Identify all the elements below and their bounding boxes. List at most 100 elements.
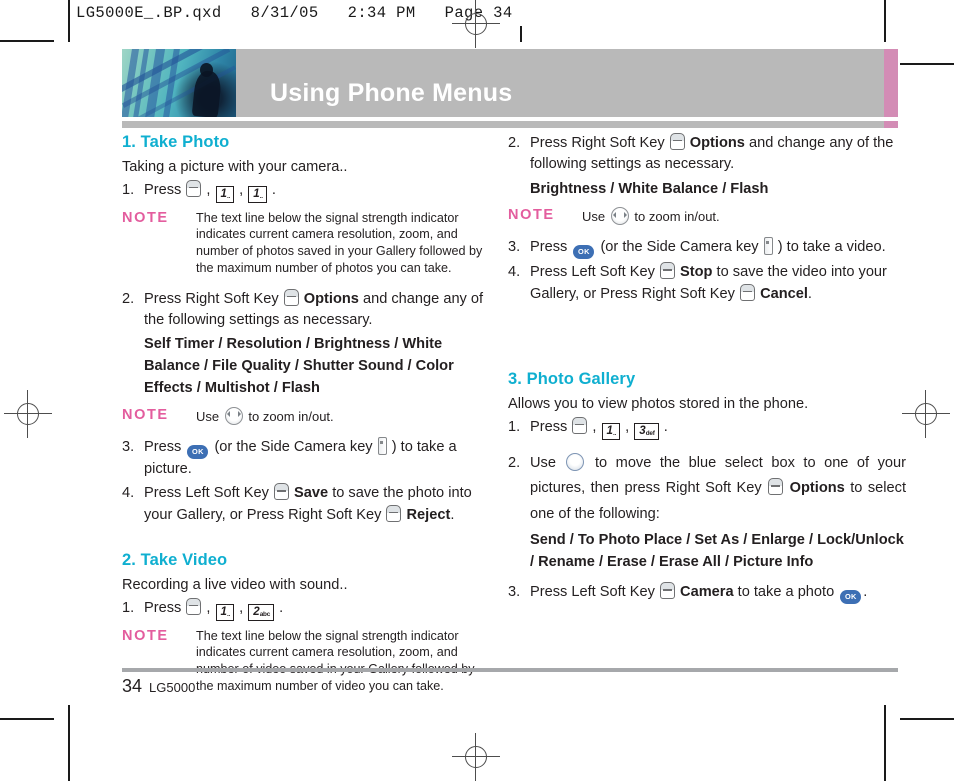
note-body: Use to zoom in/out. (196, 406, 334, 425)
note-text-after: to zoom in/out. (248, 408, 334, 424)
soft-key-icon (283, 288, 299, 306)
soft-key-icon (659, 582, 675, 600)
registration-mark-right (902, 390, 950, 438)
step-number: 2. (122, 290, 135, 307)
note-label: NOTE (122, 209, 169, 226)
take-photo-step-1: 1. Press , 1.. , 1.. . (122, 179, 488, 203)
soft-key-icon (186, 597, 202, 615)
note-label: NOTE (122, 406, 169, 423)
note-body: The text line below the signal strength … (196, 628, 475, 693)
step-number: 1. (122, 181, 135, 198)
footer-rule (122, 668, 898, 672)
photo-gallery-step-3: 3. Press Left Soft Key Camera to take a … (508, 582, 906, 605)
step-text: Press Right Soft Key (530, 135, 665, 151)
step-text: Press Left Soft Key (530, 264, 655, 281)
step-text: Press Left Soft Key (144, 485, 269, 502)
number-key-1-icon: 1.. (601, 422, 621, 440)
take-video-lead: Recording a live video with sound.. (122, 576, 348, 593)
step-number: 1. (122, 599, 135, 616)
note-text-before: Use (582, 209, 606, 225)
registration-mark-left (4, 390, 52, 438)
soft-key-icon (572, 416, 588, 434)
trim-line-right-edge (884, 705, 886, 781)
take-photo-step-3: 3. Press OK (or the Side Camera key ) to… (122, 436, 488, 480)
footer: 34 LG5000 (122, 676, 195, 697)
keyword-cancel: Cancel (760, 285, 808, 302)
step-text: Press (530, 239, 568, 256)
navigation-key-icon (224, 406, 243, 425)
step-text: Use (530, 454, 556, 471)
step-text-end: . (271, 181, 276, 198)
step-text: Press (144, 181, 182, 198)
note-text-before: Use (196, 408, 220, 424)
footer-model: LG5000 (149, 680, 196, 695)
page-number: 34 (122, 676, 143, 696)
note-body: The text line below the signal strength … (196, 210, 483, 275)
section-heading-photo-gallery: 3. Photo Gallery (508, 370, 636, 389)
step-text-end: . (807, 285, 812, 302)
step-number: 1. (508, 418, 521, 435)
section-heading-take-video: 2. Take Video (122, 550, 228, 569)
step-text: Press (144, 438, 182, 455)
take-video-step-3: 3. Press OK (or the Side Camera key ) to… (508, 237, 906, 260)
note-take-photo: NOTE The text line below the signal stre… (122, 210, 488, 277)
step-text-mid: to take a photo (737, 584, 835, 601)
rule-right-upper (900, 63, 954, 65)
keyword-save: Save (294, 485, 329, 502)
step-text-mid: (or the Side Camera key (600, 239, 759, 256)
step-text: Press Left Soft Key (530, 584, 655, 601)
soft-key-icon (273, 483, 289, 501)
note-label: NOTE (508, 207, 555, 224)
ok-key-icon: OK (187, 444, 209, 459)
registration-mark-bottom (452, 733, 500, 781)
rule-left-upper (0, 40, 54, 42)
soft-key-icon (740, 283, 755, 301)
step-text-end: . (863, 584, 868, 601)
left-column: 1. Take Photo Taking a picture with your… (122, 133, 488, 698)
note-body: Use to zoom in/out. (582, 207, 720, 226)
right-column: 2. Press Right Soft Key Options and chan… (508, 133, 906, 607)
photo-gallery-step-2: 2. Use to move the blue select box to on… (508, 451, 906, 528)
step-text: Press (530, 418, 568, 435)
rule-right-lower (900, 718, 954, 720)
number-key-2-icon: 2abc (248, 603, 275, 621)
number-key-1-icon: 1.. (215, 185, 235, 203)
banner-accent-bar (884, 49, 898, 117)
take-video-options-list: Brightness / White Balance / Flash (530, 180, 769, 197)
soft-key-icon (768, 478, 784, 496)
take-video-step-2: 2. Press Right Soft Key Options and chan… (508, 133, 906, 176)
page-title: Using Phone Menus (270, 79, 513, 107)
navigation-ring-icon (566, 452, 585, 471)
step-text-end: . (450, 506, 455, 523)
banner-underline-accent (884, 121, 898, 128)
keyword-options: Options (789, 480, 845, 497)
take-photo-options-list: Self Timer / Resolution / Brightness / W… (144, 336, 454, 397)
soft-key-icon (186, 179, 202, 197)
soft-key-icon (386, 504, 402, 522)
banner-underline (122, 121, 884, 128)
step-text-mid: (or the Side Camera key (214, 438, 373, 455)
number-key-1-icon: 1.. (248, 185, 267, 203)
number-key-3-icon: 3def (634, 422, 659, 440)
keyword-reject: Reject (406, 506, 451, 523)
note-zoom-photo: NOTE Use to zoom in/out. (122, 406, 488, 425)
keyword-options: Options (689, 135, 745, 151)
step-text-end: . (663, 418, 668, 435)
navigation-key-icon (610, 207, 629, 226)
step-text: Press (144, 599, 182, 616)
photo-gallery-options-list: Send / To Photo Place / Set As / Enlarge… (530, 532, 904, 571)
step-number: 3. (508, 239, 521, 256)
section-heading-take-photo: 1. Take Photo (122, 133, 230, 151)
side-camera-key-icon (763, 237, 773, 256)
trim-line-top-right (520, 26, 522, 42)
take-video-step-1: 1. Press , 1.. , 2abc . (122, 597, 488, 621)
note-zoom-video: NOTE Use to zoom in/out. (508, 207, 906, 226)
step-number: 3. (508, 584, 521, 601)
step-text-end: ) to take a video. (777, 239, 886, 256)
step-number: 2. (508, 454, 521, 471)
ok-key-icon: OK (840, 590, 862, 605)
trim-line-left-bottom (68, 705, 70, 781)
step-number: 3. (122, 438, 135, 455)
keyword-options: Options (303, 290, 359, 307)
keyword-stop: Stop (680, 264, 713, 281)
